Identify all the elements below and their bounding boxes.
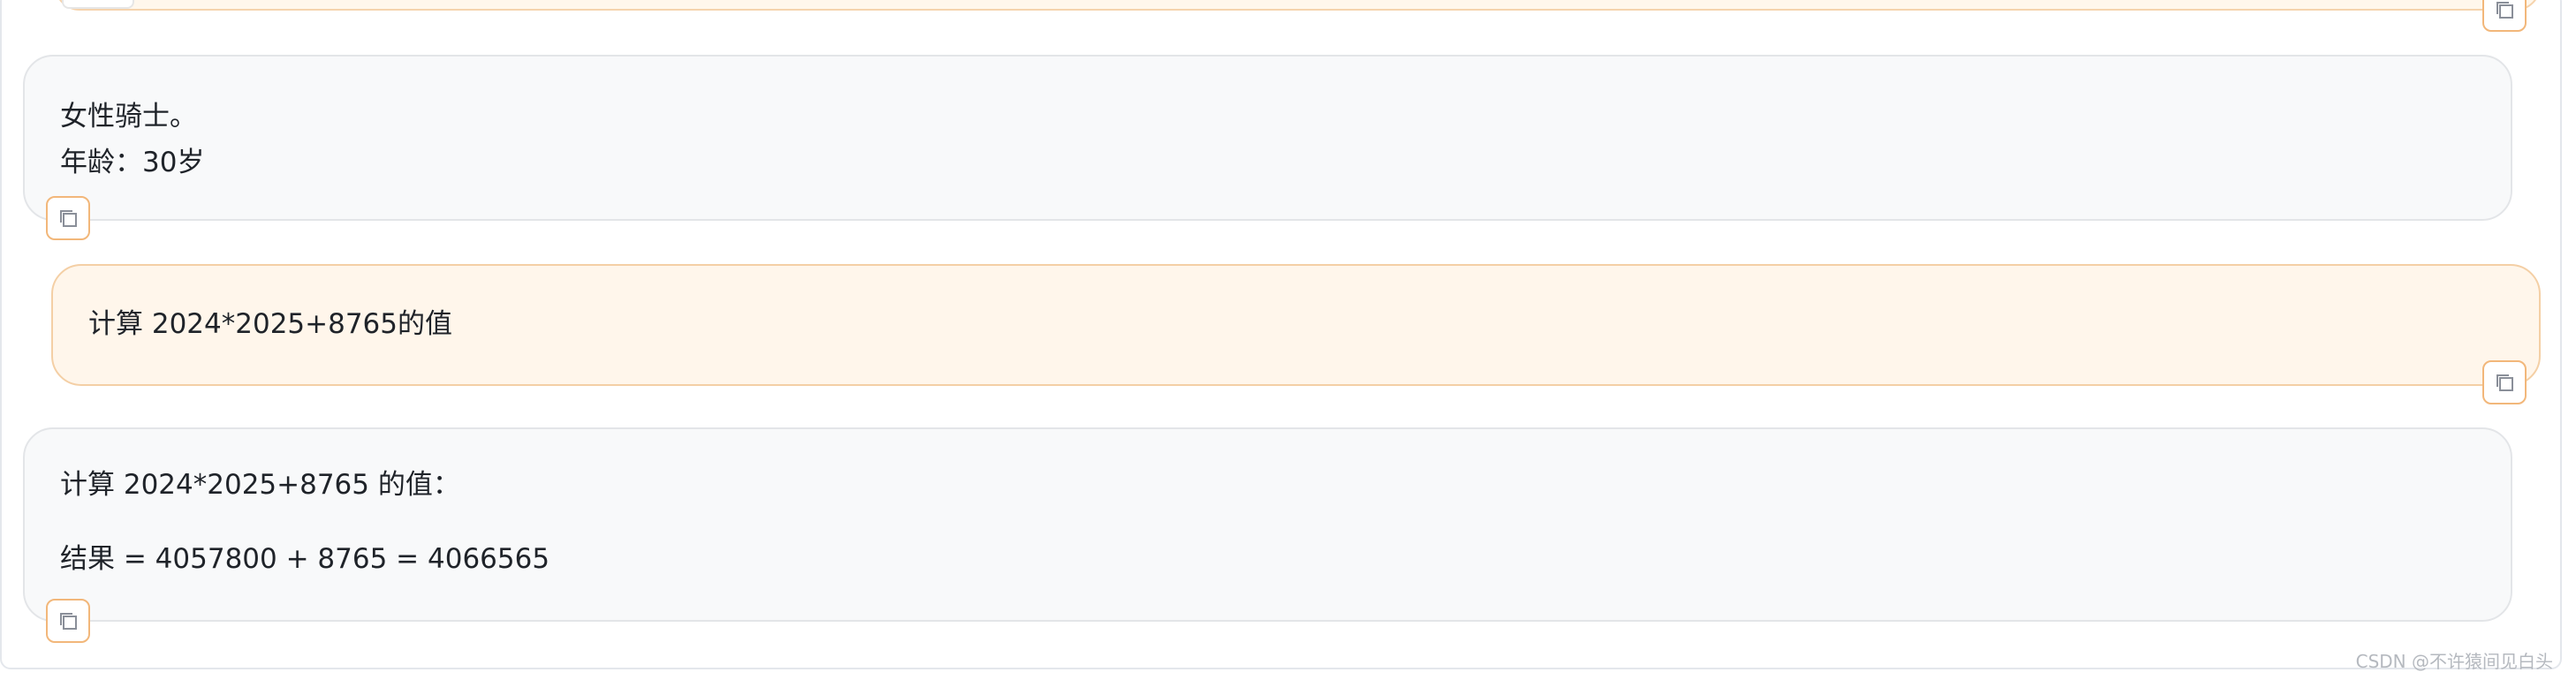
copy-button[interactable] [2482, 0, 2527, 32]
copy-icon [60, 210, 77, 227]
copy-icon [2496, 2, 2513, 19]
previous-message-tab [62, 0, 134, 9]
bot-message-bubble: 计算 2024*2025+8765 的值： 结果 = 4057800 + 876… [23, 427, 2512, 622]
bot-message-bubble: 女性骑士。 年龄：30岁 [23, 55, 2512, 221]
message-line: 年龄：30岁 [60, 147, 205, 178]
previous-user-message-bubble [55, 0, 2541, 11]
copy-icon [2496, 374, 2513, 391]
copy-button[interactable] [46, 196, 90, 240]
message-line [60, 503, 2475, 540]
watermark: CSDN @不许猿间见白头 [2355, 651, 2553, 672]
message-line: 女性骑士。 [60, 101, 197, 132]
message-line: 计算 2024*2025+8765的值 [88, 308, 453, 340]
message-line: 计算 2024*2025+8765 的值： [60, 469, 460, 501]
copy-button[interactable] [2482, 360, 2527, 404]
message-line: 结果 = 4057800 + 8765 = 4066565 [60, 543, 550, 575]
user-message-bubble: 计算 2024*2025+8765的值 [51, 264, 2541, 386]
copy-button[interactable] [46, 599, 90, 643]
copy-icon [60, 613, 77, 630]
